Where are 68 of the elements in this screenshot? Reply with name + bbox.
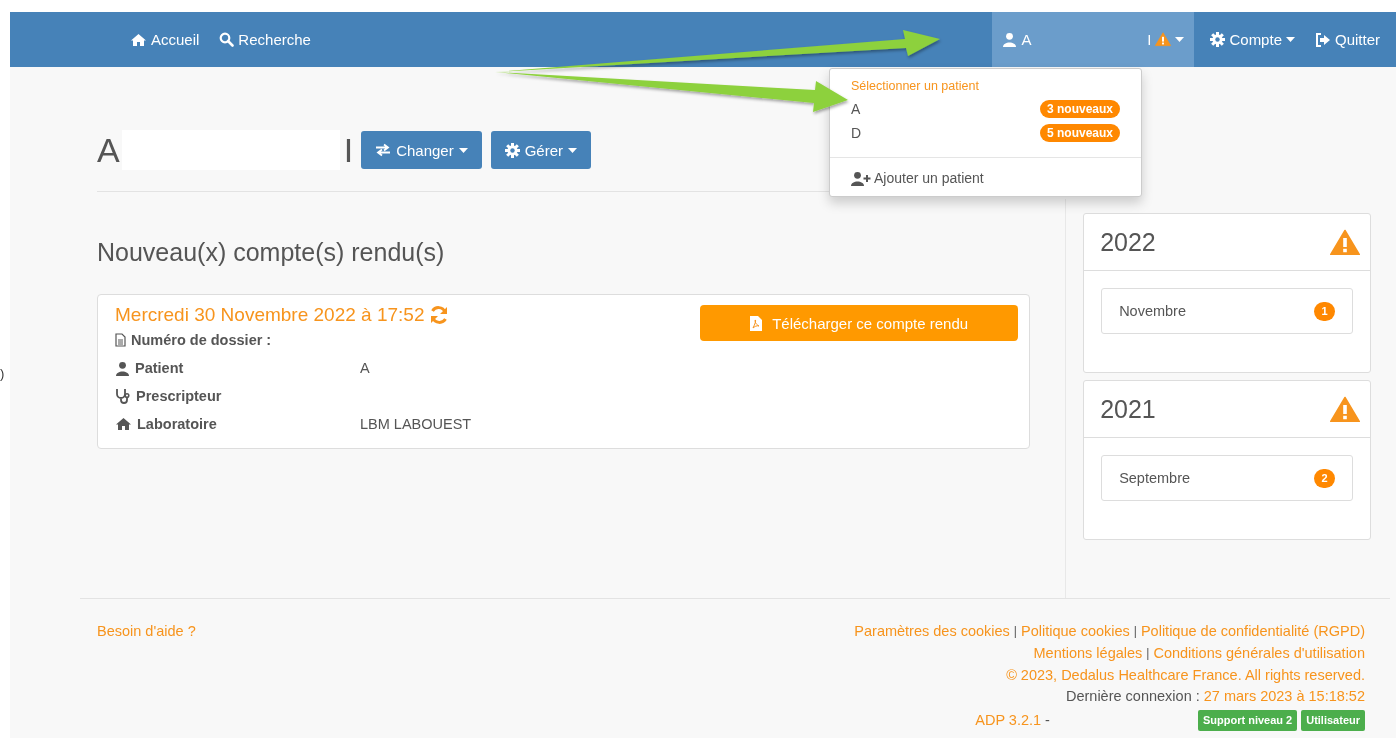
copyright-text: © 2023, Dedalus Healthcare France. All rights reserved. — [1006, 667, 1365, 683]
patient-menu-item[interactable]: D 5 nouveaux — [830, 121, 1141, 145]
field-label: Numéro de dossier : — [131, 332, 272, 348]
footer-link[interactable]: Conditions générales d'utilisation — [1153, 645, 1365, 662]
caret-icon — [568, 147, 578, 153]
help-link[interactable]: Besoin d'aide ? — [97, 623, 196, 731]
refresh-icon[interactable] — [429, 305, 450, 325]
year-title: 2021 — [1100, 394, 1156, 424]
field-value: A — [360, 360, 371, 376]
version-separator: - — [1045, 712, 1050, 729]
home-icon — [115, 417, 132, 431]
role-badge: Support niveau 2 — [1197, 710, 1298, 731]
settings-icon — [1210, 32, 1226, 47]
link-separator: | — [1013, 623, 1017, 640]
patient-name: D — [851, 125, 862, 141]
month-item[interactable]: Septembre 2 — [1101, 455, 1353, 501]
stethoscope-icon — [115, 388, 131, 404]
nav-link[interactable]: Quitter — [1305, 12, 1396, 67]
home-icon — [130, 32, 147, 47]
pdf-file-icon — [750, 315, 763, 331]
patient-name: A — [97, 130, 120, 170]
nav-link[interactable]: Accueil — [120, 12, 210, 67]
count-badge: 2 — [1314, 468, 1335, 488]
footer-link[interactable]: Politique cookies — [1021, 623, 1130, 640]
nav-link[interactable]: Compte — [1200, 12, 1305, 67]
patient-name: A — [851, 101, 861, 117]
add-patient-item[interactable]: Ajouter un patient — [830, 166, 1141, 190]
dropdown-button[interactable]: Changer — [361, 131, 482, 169]
menu-header: Sélectionner un patient — [850, 78, 980, 95]
caret-icon — [458, 147, 468, 153]
caret-icon — [1175, 37, 1185, 42]
link-separator: | — [1133, 623, 1137, 640]
search-icon — [219, 32, 235, 47]
user-icon — [1002, 32, 1018, 47]
settings-icon — [504, 142, 520, 158]
download-button[interactable]: Télécharger ce compte rendu — [700, 305, 1019, 341]
footer-link[interactable]: Paramètres des cookies — [854, 623, 1010, 640]
file-icon — [115, 333, 126, 347]
nav-link[interactable]: Recherche — [209, 12, 321, 67]
field-label: Prescripteur — [136, 388, 222, 404]
field-value: LBM LABOUEST — [360, 416, 473, 432]
last-login-label: Dernière connexion : — [1065, 688, 1200, 705]
report-date: Mercredi 30 Novembre 2022 à 17:52 — [115, 304, 425, 326]
count-badge: 1 — [1314, 301, 1335, 321]
exchange-icon — [375, 143, 392, 157]
patient-menu-item[interactable]: A 3 nouveaux — [830, 97, 1141, 121]
patient-dropdown[interactable]: A I — [992, 12, 1195, 67]
new-count-badge: 5 nouveaux — [1039, 124, 1120, 142]
logout-icon — [1315, 32, 1331, 47]
month-item[interactable]: Novembre 1 — [1101, 288, 1353, 334]
user-icon — [115, 360, 130, 376]
edge-mark: ) — [0, 366, 5, 381]
patient-name: I — [343, 130, 354, 170]
last-login-date: 27 mars 2023 à 15:18:52 — [1203, 688, 1365, 705]
new-count-badge: 3 nouveaux — [1039, 100, 1120, 118]
section-title: Nouveau(x) compte(s) rendu(s) — [97, 238, 446, 267]
footer-link[interactable]: Mentions légales — [1033, 645, 1143, 662]
patient-name: I — [1147, 31, 1152, 48]
patient-name: A — [1021, 31, 1032, 48]
field-label: Patient — [135, 360, 184, 376]
dropdown-button[interactable]: Gérer — [490, 131, 592, 169]
version-link[interactable]: ADP 3.2.1 — [975, 712, 1042, 729]
role-badge: Utilisateur — [1301, 710, 1365, 731]
field-label: Laboratoire — [137, 416, 217, 432]
add-user-icon — [851, 170, 871, 186]
link-separator: | — [1146, 645, 1150, 662]
year-title: 2022 — [1100, 227, 1156, 257]
footer-link[interactable]: Politique de confidentialité (RGPD) — [1140, 623, 1365, 640]
